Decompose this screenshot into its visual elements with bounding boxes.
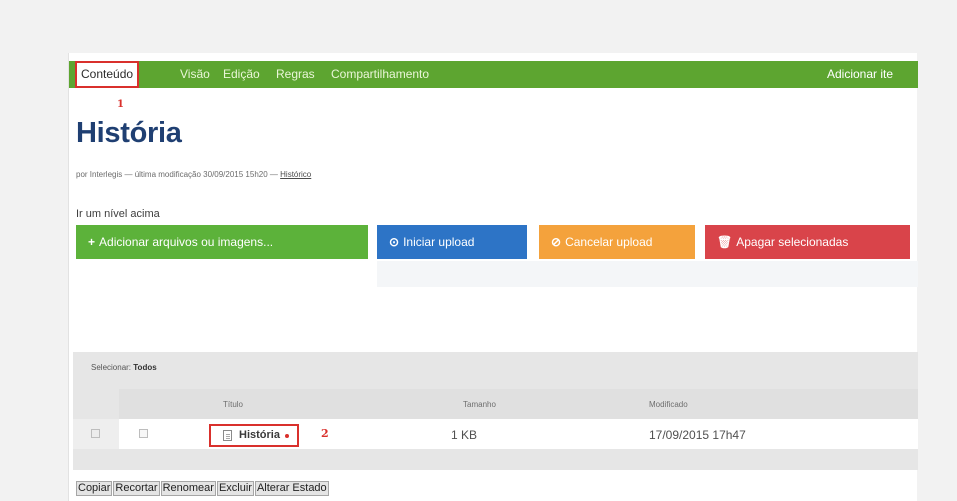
tab-visao[interactable]: Visão bbox=[180, 61, 210, 88]
select-all-link[interactable]: Todos bbox=[133, 363, 156, 372]
tab-compartilhamento[interactable]: Compartilhamento bbox=[331, 61, 429, 88]
row-drag-cell bbox=[73, 419, 119, 449]
upload-progress-area bbox=[377, 261, 918, 287]
row-checkbox[interactable] bbox=[139, 429, 148, 438]
status-dot-icon bbox=[285, 434, 289, 438]
content-toolbar: Conteúdo Visão Edição Regras Compartilha… bbox=[69, 61, 918, 88]
file-size: 1 KB bbox=[451, 428, 478, 442]
trash-icon: 🗑 bbox=[717, 235, 733, 249]
table-row[interactable]: História 2 1 KB 17/09/2015 17h47 bbox=[119, 419, 918, 449]
tab-edicao[interactable]: Edição bbox=[223, 61, 260, 88]
byline: por Interlegis — última modificação 30/0… bbox=[76, 170, 311, 179]
callout-number-2: 2 bbox=[321, 427, 329, 440]
cut-button[interactable]: Recortar bbox=[113, 481, 160, 496]
plus-icon: + bbox=[88, 235, 96, 249]
start-upload-label: Iniciar upload bbox=[403, 235, 475, 249]
title-highlight-box: História bbox=[209, 424, 299, 447]
drag-handle[interactable] bbox=[91, 429, 100, 438]
delete-selected-button[interactable]: 🗑 Apagar selecionadas bbox=[705, 225, 910, 259]
document-icon bbox=[223, 430, 232, 441]
folder-contents-table: Selecionar: Todos Título Tamanho Modific… bbox=[73, 352, 918, 470]
page-title: História bbox=[76, 117, 182, 149]
ban-icon: ⊘ bbox=[551, 235, 562, 249]
history-link[interactable]: Histórico bbox=[280, 170, 311, 179]
table-header: Título Tamanho Modificado bbox=[119, 389, 918, 419]
file-title-link[interactable]: História bbox=[239, 429, 280, 441]
up-one-level-link[interactable]: Ir um nível acima bbox=[76, 208, 160, 220]
select-prefix: Selecionar: bbox=[91, 363, 132, 372]
byline-text: por Interlegis — última modificação 30/0… bbox=[76, 170, 278, 179]
column-header-modified[interactable]: Modificado bbox=[649, 400, 688, 409]
add-files-button[interactable]: + Adicionar arquivos ou imagens... bbox=[76, 225, 368, 259]
add-files-label: Adicionar arquivos ou imagens... bbox=[99, 235, 274, 249]
cancel-upload-label: Cancelar upload bbox=[565, 235, 653, 249]
delete-selected-label: Apagar selecionadas bbox=[736, 235, 849, 249]
column-header-title[interactable]: Título bbox=[223, 400, 243, 409]
rename-button[interactable]: Renomear bbox=[160, 481, 216, 496]
browser-window: Conteúdo Visão Edição Regras Compartilha… bbox=[68, 53, 918, 501]
file-modified: 17/09/2015 17h47 bbox=[649, 428, 746, 442]
cancel-upload-button[interactable]: ⊘ Cancelar upload bbox=[539, 225, 695, 259]
tab-regras[interactable]: Regras bbox=[276, 61, 315, 88]
upload-circle-icon: ⊙ bbox=[389, 235, 400, 249]
change-state-button[interactable]: Alterar Estado bbox=[254, 481, 329, 496]
bulk-actions-bar: Copiar Recortar Renomear Excluir Alterar Est… bbox=[76, 481, 330, 496]
start-upload-button[interactable]: ⊙ Iniciar upload bbox=[377, 225, 527, 259]
tab-conteudo[interactable]: Conteúdo bbox=[75, 61, 140, 88]
column-header-size[interactable]: Tamanho bbox=[463, 400, 496, 409]
delete-button[interactable]: Excluir bbox=[216, 481, 254, 496]
add-item-menu[interactable]: Adicionar ite bbox=[827, 61, 893, 88]
select-label: Selecionar: Todos bbox=[91, 363, 157, 372]
copy-button[interactable]: Copiar bbox=[76, 481, 113, 496]
callout-number-1: 1 bbox=[117, 99, 124, 110]
